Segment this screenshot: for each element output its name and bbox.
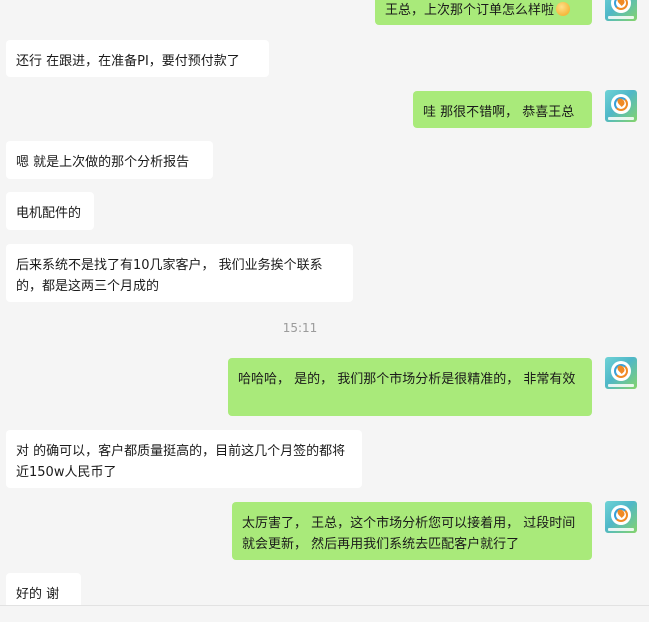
chat-message-incoming[interactable]: 对 的确可以，客户都质量挺高的，目前这几个月签的都将近150w人民币了: [6, 430, 362, 488]
chat-message-outgoing[interactable]: 哈哈哈， 是的， 我们那个市场分析是很精准的， 非常有效: [228, 358, 592, 416]
chat-message-incoming[interactable]: 电机配件的: [6, 192, 94, 230]
message-text: 好的 谢谢: [16, 587, 60, 602]
message-text: 太厉害了， 王总，这个市场分析您可以接着用， 过段时间就会更新， 然后再用我们系…: [242, 516, 576, 552]
message-text: 王总，上次那个订单怎么样啦: [385, 3, 555, 18]
message-text: 哈哈哈， 是的， 我们那个市场分析是很精准的， 非常有效: [238, 372, 576, 387]
chat-message-incoming[interactable]: 还行 在跟进，在准备PI，要付预付款了: [6, 40, 269, 77]
chat-message-outgoing[interactable]: 哇 那很不错啊， 恭喜王总: [413, 91, 592, 128]
biscuit-emoji-icon: [556, 2, 571, 16]
message-text: 后来系统不是找了有10几家客户， 我们业务挨个联系的，都是这两三个月成的: [16, 258, 323, 294]
message-text: 嗯 就是上次做的那个分析报告: [16, 155, 190, 170]
user-avatar-icon[interactable]: [605, 501, 637, 533]
message-text: 电机配件的: [16, 206, 82, 221]
chat-message-incoming[interactable]: 好的 谢谢: [6, 573, 81, 606]
chat-message-incoming[interactable]: 后来系统不是找了有10几家客户， 我们业务挨个联系的，都是这两三个月成的: [6, 244, 353, 302]
chat-message-outgoing[interactable]: 太厉害了， 王总，这个市场分析您可以接着用， 过段时间就会更新， 然后再用我们系…: [232, 502, 592, 560]
message-text: 对 的确可以，客户都质量挺高的，目前这几个月签的都将近150w人民币了: [16, 444, 346, 480]
chat-message-outgoing[interactable]: 王总，上次那个订单怎么样啦: [375, 0, 592, 25]
message-timestamp: 15:11: [282, 321, 318, 335]
message-text: 还行 在跟进，在准备PI，要付预付款了: [16, 54, 240, 69]
chat-message-list[interactable]: 王总，上次那个订单怎么样啦 还行 在跟进，在准备PI，要付预付款了 哇 那很不错…: [0, 0, 649, 606]
user-avatar-icon[interactable]: [605, 0, 637, 21]
user-avatar-icon[interactable]: [605, 357, 637, 389]
user-avatar-icon[interactable]: [605, 90, 637, 122]
message-text: 哇 那很不错啊， 恭喜王总: [423, 105, 575, 120]
chat-message-incoming[interactable]: 嗯 就是上次做的那个分析报告: [6, 141, 213, 179]
chat-input-area-edge: [0, 605, 649, 622]
